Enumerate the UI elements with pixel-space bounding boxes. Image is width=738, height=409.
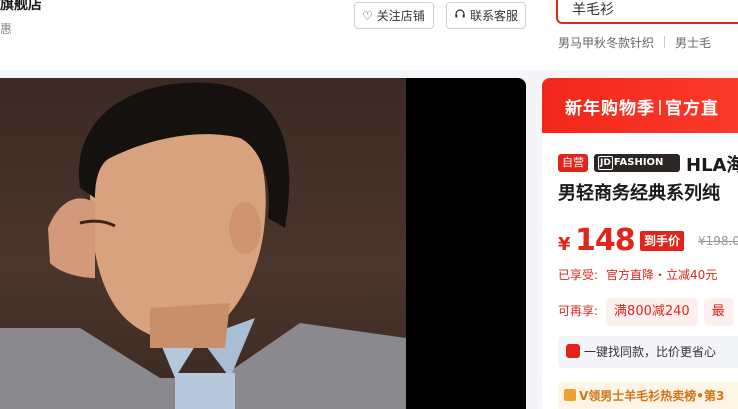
find-same-icon: [566, 344, 580, 358]
search-input[interactable]: 羊毛衫: [556, 0, 738, 24]
jd-fashion-badge-prefix: JD: [598, 156, 613, 170]
price-value: 148: [575, 223, 636, 258]
hotwords: 男马甲秋冬款针织 男士毛: [558, 34, 711, 51]
promo-banner-left: 新年购物季: [565, 99, 655, 119]
enjoyed-discount-row: 已享受: 官方直降・立减40元: [558, 266, 717, 283]
contact-service-button[interactable]: 联系客服: [446, 2, 526, 29]
price-currency: ¥: [558, 234, 571, 255]
hotword-divider: [664, 36, 666, 48]
more-discount-label: 可再享:: [558, 304, 599, 318]
hotword-link[interactable]: 男士毛: [675, 36, 711, 50]
medal-icon: [564, 389, 576, 401]
find-same-label: 一键找同款，比价更省心: [584, 345, 717, 359]
final-price-badge: 到手价: [640, 231, 685, 251]
follow-shop-label: 关注店铺: [376, 9, 425, 23]
original-price: ¥198.0: [698, 234, 738, 248]
enjoyed-value[interactable]: 官方直降・立减40元: [606, 268, 717, 282]
promo-banner-divider: [659, 100, 661, 115]
shop-name[interactable]: 旗舰店: [0, 0, 42, 14]
ranking-badge[interactable]: V领男士羊毛衫热卖榜•第3: [558, 382, 738, 409]
headset-icon: [454, 8, 466, 23]
shop-header: 旗舰店 惠 ♡ 关注店铺 联系客服 羊毛衫 男马甲秋冬款针织 男士毛: [0, 0, 738, 70]
find-same-button[interactable]: 一键找同款，比价更省心: [558, 336, 738, 368]
follow-shop-button[interactable]: ♡ 关注店铺: [354, 2, 434, 29]
enjoyed-label: 已享受:: [558, 268, 599, 282]
ranking-label: V领男士羊毛衫热卖榜•第3: [579, 389, 725, 403]
promo-banner-right: 官方直: [665, 99, 719, 119]
product-gallery[interactable]: [0, 78, 526, 409]
self-operated-badge: 自营: [558, 154, 588, 172]
product-title-line2: 男轻商务经典系列纯: [558, 183, 720, 204]
product-main-image[interactable]: [0, 78, 406, 409]
product-info-panel: 新年购物季 官方直 自营 JD FASHION HLA海 男轻商务经典系列纯 ¥ 1…: [542, 78, 738, 409]
hotword-link[interactable]: 男马甲秋冬款针织: [558, 36, 654, 50]
coupon-chip[interactable]: 最: [703, 298, 733, 326]
search-input-value: 羊毛衫: [572, 2, 614, 18]
jd-fashion-badge-label: FASHION: [613, 157, 664, 168]
shop-subtitle: 惠: [0, 22, 13, 36]
promo-banner[interactable]: 新年购物季 官方直: [542, 78, 738, 133]
promo-banner-text: 新年购物季 官方直: [565, 94, 719, 119]
more-discount-row: 可再享: 满800减240 最: [558, 298, 738, 326]
jd-fashion-badge: JD FASHION: [594, 154, 680, 172]
contact-service-label: 联系客服: [470, 9, 519, 23]
coupon-chip[interactable]: 满800减240: [606, 298, 698, 326]
heart-icon: ♡: [362, 8, 373, 23]
product-title: HLA海: [686, 155, 738, 176]
